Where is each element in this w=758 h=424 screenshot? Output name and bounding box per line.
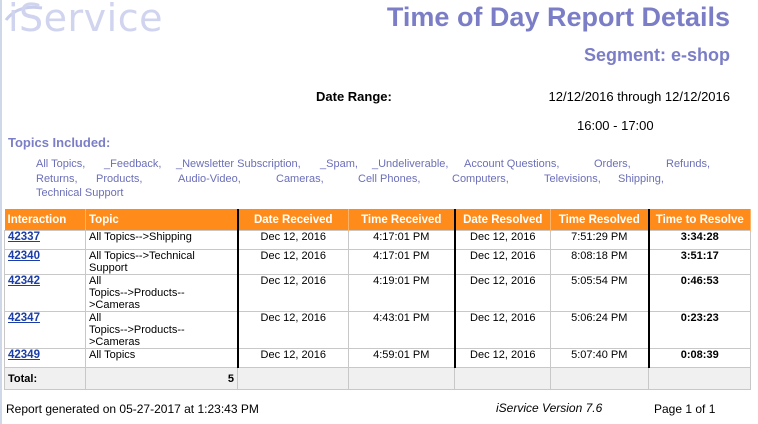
topic-item: Cell Phones, bbox=[358, 173, 421, 185]
topic-cell: All Topics-->Products-->Cameras bbox=[85, 274, 238, 312]
col-header-time-resolved: Time Resolved bbox=[550, 209, 650, 231]
topic-item: Products, bbox=[96, 173, 143, 185]
topic-item: Returns, bbox=[36, 173, 78, 185]
date-resolved-cell: Dec 12, 2016 bbox=[453, 311, 551, 349]
table-row: 42347 All Topics-->Products-->Cameras Dec… bbox=[4, 311, 751, 349]
time-resolved-cell: 8:08:18 PM bbox=[550, 249, 650, 275]
topic-item: All Topics, bbox=[36, 158, 86, 170]
interaction-link[interactable]: 42340 bbox=[8, 250, 40, 262]
left-edge-border bbox=[0, 0, 2, 424]
time-resolved-cell: 5:06:24 PM bbox=[550, 311, 650, 349]
interaction-id-cell: 42340 bbox=[4, 249, 86, 275]
time-to-resolve-cell: 0:23:23 bbox=[648, 311, 751, 349]
topic-item: Computers, bbox=[452, 173, 509, 185]
interaction-link[interactable]: 42349 bbox=[8, 349, 40, 361]
time-received-cell: 4:17:01 PM bbox=[348, 249, 455, 275]
col-header-time-received: Time Received bbox=[348, 209, 455, 231]
time-resolved-cell: 5:07:40 PM bbox=[550, 348, 650, 368]
topic-line: All bbox=[89, 275, 102, 287]
total-empty-cell bbox=[550, 367, 649, 390]
col-header-topic: Topic bbox=[85, 209, 238, 231]
time-to-resolve-cell: 0:46:53 bbox=[648, 274, 751, 312]
col-header-date-received: Date Received bbox=[236, 209, 349, 231]
interaction-id-cell: 42342 bbox=[4, 274, 86, 312]
interaction-id-cell: 42349 bbox=[4, 348, 86, 368]
page-number-text: Page 1 of 1 bbox=[654, 402, 716, 416]
interactions-table: Interaction Topic Date Received Time Rec… bbox=[4, 209, 751, 390]
topic-item: Cameras, bbox=[276, 173, 324, 185]
topic-item: _Feedback, bbox=[104, 158, 162, 170]
topic-item: _Newsletter Subscription, bbox=[176, 158, 301, 170]
interaction-id-cell: 42347 bbox=[4, 311, 86, 349]
date-received-cell: Dec 12, 2016 bbox=[236, 311, 349, 349]
interaction-link[interactable]: 42347 bbox=[8, 312, 40, 324]
topic-line: Topics-->Products-->Cameras bbox=[89, 287, 185, 311]
topic-cell: All Topics-->Shipping bbox=[85, 230, 238, 250]
col-header-time-to-resolve: Time to Resolve bbox=[648, 209, 751, 231]
date-received-cell: Dec 12, 2016 bbox=[236, 249, 349, 275]
date-resolved-cell: Dec 12, 2016 bbox=[453, 249, 551, 275]
time-resolved-cell: 7:51:29 PM bbox=[550, 230, 650, 250]
col-header-interaction: Interaction bbox=[4, 209, 86, 231]
time-received-cell: 4:17:01 PM bbox=[348, 230, 455, 250]
table-header-row: Interaction Topic Date Received Time Rec… bbox=[4, 209, 751, 231]
table-row: 42340 All Topics-->Technical Support Dec… bbox=[4, 249, 751, 275]
table-total-row: Total: 5 bbox=[4, 367, 751, 390]
col-header-date-resolved: Date Resolved bbox=[453, 209, 551, 231]
time-to-resolve-cell: 3:34:28 bbox=[648, 230, 751, 250]
topic-item: Technical Support bbox=[36, 187, 124, 199]
topic-item: _Spam, bbox=[320, 158, 358, 170]
total-empty-cell bbox=[648, 367, 751, 390]
iservice-logo: iService bbox=[8, 0, 163, 40]
date-resolved-cell: Dec 12, 2016 bbox=[453, 274, 551, 312]
topic-item: Refunds, bbox=[666, 158, 711, 170]
topic-cell: All Topics-->Technical Support bbox=[85, 249, 238, 275]
date-range-label: Date Range: bbox=[316, 89, 392, 104]
topic-item: Account Questions, bbox=[464, 158, 560, 170]
total-empty-cell bbox=[237, 367, 349, 390]
time-received-cell: 4:19:01 PM bbox=[348, 274, 455, 312]
version-text: iService Version 7.6 bbox=[496, 401, 603, 415]
date-range-value: 12/12/2016 through 12/12/2016 bbox=[548, 89, 730, 104]
time-resolved-cell: 5:05:54 PM bbox=[550, 274, 650, 312]
total-count: 5 bbox=[85, 367, 238, 390]
topic-item: Orders, bbox=[594, 158, 631, 170]
topic-cell: All Topics bbox=[85, 348, 238, 368]
interaction-link[interactable]: 42337 bbox=[8, 231, 40, 243]
interaction-link[interactable]: 42342 bbox=[8, 275, 40, 287]
total-empty-cell bbox=[348, 367, 455, 390]
total-label: Total: bbox=[4, 367, 86, 390]
interaction-id-cell: 42337 bbox=[4, 230, 86, 250]
table-row: 42342 All Topics-->Products-->Cameras Dec… bbox=[4, 274, 751, 312]
time-range-value: 16:00 - 17:00 bbox=[577, 118, 654, 133]
topic-line: All bbox=[89, 312, 102, 324]
date-received-cell: Dec 12, 2016 bbox=[236, 230, 349, 250]
topic-item: Televisions, bbox=[544, 173, 601, 185]
topic-item: Audio-Video, bbox=[178, 173, 241, 185]
time-received-cell: 4:43:01 PM bbox=[348, 311, 455, 349]
table-row: 42337 All Topics-->Shipping Dec 12, 2016… bbox=[4, 230, 751, 250]
report-generated-text: Report generated on 05-27-2017 at 1:23:4… bbox=[6, 402, 259, 416]
date-received-cell: Dec 12, 2016 bbox=[236, 274, 349, 312]
topic-line: Topics-->Products-->Cameras bbox=[89, 324, 185, 348]
report-title: Time of Day Report Details bbox=[386, 2, 730, 32]
table-row: 42349 All Topics Dec 12, 2016 4:59:01 PM… bbox=[4, 348, 751, 368]
total-empty-cell bbox=[454, 367, 551, 390]
segment-label: Segment: e-shop bbox=[583, 45, 730, 65]
topic-cell: All Topics-->Products-->Cameras bbox=[85, 311, 238, 349]
time-to-resolve-cell: 0:08:39 bbox=[648, 348, 751, 368]
time-received-cell: 4:59:01 PM bbox=[348, 348, 455, 368]
topic-item: _Undeliverable, bbox=[372, 158, 449, 170]
date-resolved-cell: Dec 12, 2016 bbox=[453, 348, 551, 368]
date-received-cell: Dec 12, 2016 bbox=[236, 348, 349, 368]
topics-included-label: Topics Included: bbox=[8, 135, 111, 150]
date-resolved-cell: Dec 12, 2016 bbox=[453, 230, 551, 250]
topic-item: Shipping, bbox=[618, 173, 664, 185]
report-page: iService Time of Day Report Details Segm… bbox=[0, 0, 758, 424]
time-to-resolve-cell: 3:51:17 bbox=[648, 249, 751, 275]
